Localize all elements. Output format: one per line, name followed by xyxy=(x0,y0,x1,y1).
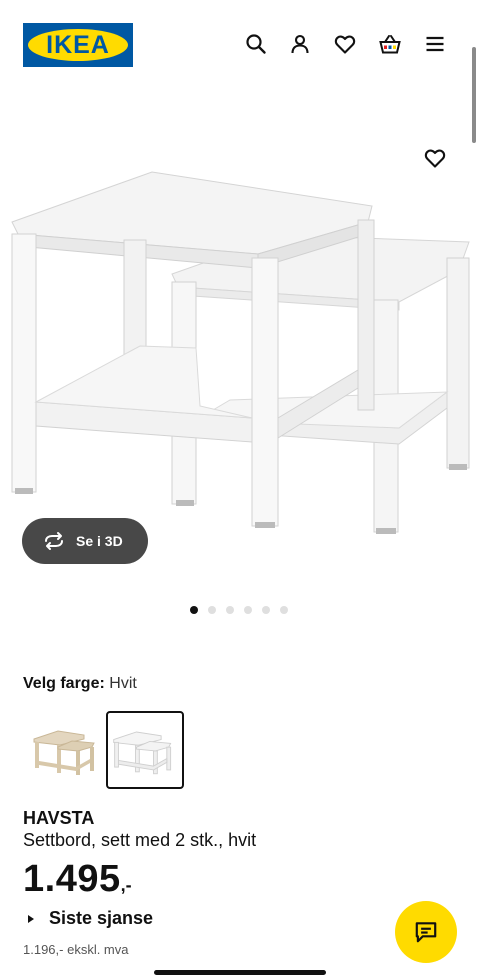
pagination-dot[interactable] xyxy=(208,606,216,614)
image-pagination xyxy=(190,606,298,614)
home-indicator[interactable] xyxy=(154,970,326,975)
header: IKEA xyxy=(0,0,480,80)
heart-icon[interactable] xyxy=(333,32,357,56)
shopping-bag-icon[interactable] xyxy=(378,32,402,56)
menu-icon[interactable] xyxy=(423,32,447,56)
pagination-dot[interactable] xyxy=(190,606,198,614)
view-3d-button[interactable]: Se i 3D xyxy=(22,518,148,564)
search-icon[interactable] xyxy=(244,32,268,56)
user-icon[interactable] xyxy=(288,32,312,56)
rotate-3d-icon xyxy=(42,529,66,553)
price-excl-vat: 1.196,- ekskl. mva xyxy=(23,942,129,957)
view-3d-label: Se i 3D xyxy=(76,533,123,549)
swatch-natural[interactable] xyxy=(28,711,106,789)
pagination-dot[interactable] xyxy=(226,606,234,614)
last-chance-label: Siste sjanse xyxy=(49,908,154,928)
scrollbar[interactable] xyxy=(472,47,476,143)
swatch-white-selected[interactable] xyxy=(106,711,184,789)
chat-button[interactable] xyxy=(395,901,457,963)
pagination-dot[interactable] xyxy=(262,606,270,614)
color-label: Velg farge: xyxy=(23,675,105,692)
product-price: 1.495,- xyxy=(23,858,132,901)
ikea-logo[interactable]: IKEA xyxy=(23,23,133,67)
pagination-dot[interactable] xyxy=(244,606,252,614)
last-chance-badge[interactable]: Siste sjanse xyxy=(28,908,153,929)
caret-right-icon xyxy=(28,914,34,923)
favorite-heart-icon[interactable] xyxy=(423,146,447,170)
logo-text: IKEA xyxy=(46,31,110,59)
chat-icon xyxy=(413,919,439,945)
pagination-dot[interactable] xyxy=(280,606,288,614)
product-description: Settbord, sett med 2 stk., hvit xyxy=(23,830,257,850)
color-selector-label: Velg farge: Hvit xyxy=(23,675,137,693)
color-value: Hvit xyxy=(109,675,137,692)
price-main: 1.495 xyxy=(23,858,121,900)
price-suffix: ,- xyxy=(120,875,132,895)
product-name[interactable]: HAVSTA xyxy=(23,808,94,829)
